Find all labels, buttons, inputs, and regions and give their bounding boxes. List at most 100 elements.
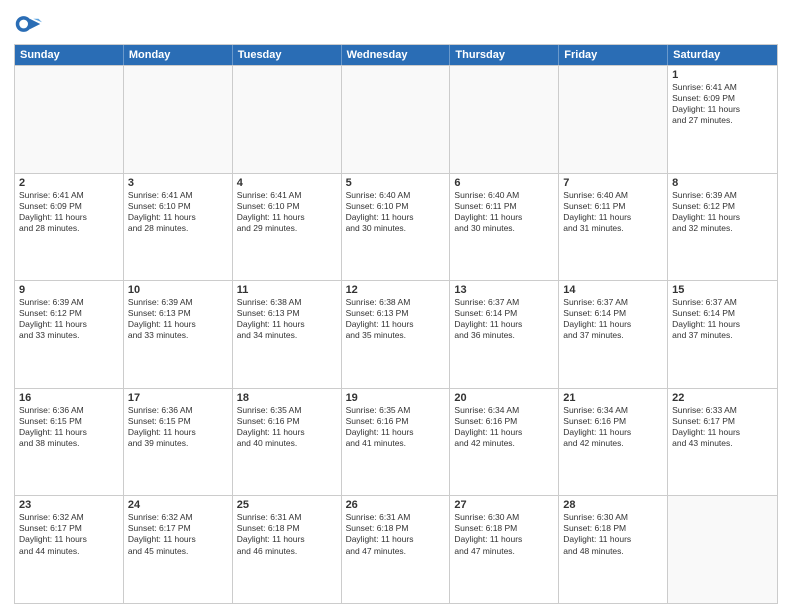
header	[14, 10, 778, 38]
calendar-cell: 4Sunrise: 6:41 AM Sunset: 6:10 PM Daylig…	[233, 174, 342, 281]
day-number: 6	[454, 177, 554, 189]
day-info: Sunrise: 6:34 AM Sunset: 6:16 PM Dayligh…	[454, 405, 554, 449]
calendar-cell: 27Sunrise: 6:30 AM Sunset: 6:18 PM Dayli…	[450, 496, 559, 603]
logo-icon	[14, 10, 42, 38]
calendar: SundayMondayTuesdayWednesdayThursdayFrid…	[14, 44, 778, 604]
page: SundayMondayTuesdayWednesdayThursdayFrid…	[0, 0, 792, 612]
day-number: 11	[237, 284, 337, 296]
calendar-row: 9Sunrise: 6:39 AM Sunset: 6:12 PM Daylig…	[15, 280, 777, 388]
weekday-header: Thursday	[450, 45, 559, 65]
calendar-cell: 10Sunrise: 6:39 AM Sunset: 6:13 PM Dayli…	[124, 281, 233, 388]
calendar-cell: 9Sunrise: 6:39 AM Sunset: 6:12 PM Daylig…	[15, 281, 124, 388]
day-number: 26	[346, 499, 446, 511]
calendar-cell: 8Sunrise: 6:39 AM Sunset: 6:12 PM Daylig…	[668, 174, 777, 281]
calendar-cell: 11Sunrise: 6:38 AM Sunset: 6:13 PM Dayli…	[233, 281, 342, 388]
calendar-cell	[559, 66, 668, 173]
weekday-header: Monday	[124, 45, 233, 65]
day-number: 19	[346, 392, 446, 404]
day-info: Sunrise: 6:36 AM Sunset: 6:15 PM Dayligh…	[128, 405, 228, 449]
day-number: 15	[672, 284, 773, 296]
day-info: Sunrise: 6:40 AM Sunset: 6:10 PM Dayligh…	[346, 190, 446, 234]
day-info: Sunrise: 6:31 AM Sunset: 6:18 PM Dayligh…	[346, 512, 446, 556]
day-number: 14	[563, 284, 663, 296]
day-number: 7	[563, 177, 663, 189]
calendar-cell: 18Sunrise: 6:35 AM Sunset: 6:16 PM Dayli…	[233, 389, 342, 496]
weekday-header: Sunday	[15, 45, 124, 65]
calendar-body: 1Sunrise: 6:41 AM Sunset: 6:09 PM Daylig…	[15, 65, 777, 603]
calendar-cell: 24Sunrise: 6:32 AM Sunset: 6:17 PM Dayli…	[124, 496, 233, 603]
calendar-cell	[450, 66, 559, 173]
day-info: Sunrise: 6:39 AM Sunset: 6:13 PM Dayligh…	[128, 297, 228, 341]
day-number: 25	[237, 499, 337, 511]
day-number: 27	[454, 499, 554, 511]
day-info: Sunrise: 6:41 AM Sunset: 6:09 PM Dayligh…	[672, 82, 773, 126]
day-info: Sunrise: 6:32 AM Sunset: 6:17 PM Dayligh…	[128, 512, 228, 556]
day-number: 3	[128, 177, 228, 189]
day-info: Sunrise: 6:36 AM Sunset: 6:15 PM Dayligh…	[19, 405, 119, 449]
day-info: Sunrise: 6:38 AM Sunset: 6:13 PM Dayligh…	[237, 297, 337, 341]
calendar-cell: 3Sunrise: 6:41 AM Sunset: 6:10 PM Daylig…	[124, 174, 233, 281]
calendar-cell: 6Sunrise: 6:40 AM Sunset: 6:11 PM Daylig…	[450, 174, 559, 281]
calendar-row: 23Sunrise: 6:32 AM Sunset: 6:17 PM Dayli…	[15, 495, 777, 603]
day-number: 8	[672, 177, 773, 189]
weekday-header: Wednesday	[342, 45, 451, 65]
weekday-header: Friday	[559, 45, 668, 65]
day-info: Sunrise: 6:35 AM Sunset: 6:16 PM Dayligh…	[346, 405, 446, 449]
calendar-cell: 22Sunrise: 6:33 AM Sunset: 6:17 PM Dayli…	[668, 389, 777, 496]
calendar-cell: 7Sunrise: 6:40 AM Sunset: 6:11 PM Daylig…	[559, 174, 668, 281]
day-info: Sunrise: 6:30 AM Sunset: 6:18 PM Dayligh…	[454, 512, 554, 556]
calendar-cell: 26Sunrise: 6:31 AM Sunset: 6:18 PM Dayli…	[342, 496, 451, 603]
calendar-cell: 15Sunrise: 6:37 AM Sunset: 6:14 PM Dayli…	[668, 281, 777, 388]
calendar-cell: 20Sunrise: 6:34 AM Sunset: 6:16 PM Dayli…	[450, 389, 559, 496]
day-info: Sunrise: 6:40 AM Sunset: 6:11 PM Dayligh…	[454, 190, 554, 234]
day-info: Sunrise: 6:41 AM Sunset: 6:09 PM Dayligh…	[19, 190, 119, 234]
day-info: Sunrise: 6:41 AM Sunset: 6:10 PM Dayligh…	[128, 190, 228, 234]
day-number: 22	[672, 392, 773, 404]
day-info: Sunrise: 6:34 AM Sunset: 6:16 PM Dayligh…	[563, 405, 663, 449]
calendar-cell: 23Sunrise: 6:32 AM Sunset: 6:17 PM Dayli…	[15, 496, 124, 603]
day-number: 10	[128, 284, 228, 296]
day-number: 5	[346, 177, 446, 189]
day-number: 20	[454, 392, 554, 404]
weekday-header: Saturday	[668, 45, 777, 65]
day-info: Sunrise: 6:40 AM Sunset: 6:11 PM Dayligh…	[563, 190, 663, 234]
calendar-row: 1Sunrise: 6:41 AM Sunset: 6:09 PM Daylig…	[15, 65, 777, 173]
weekday-header: Tuesday	[233, 45, 342, 65]
day-number: 12	[346, 284, 446, 296]
calendar-cell: 17Sunrise: 6:36 AM Sunset: 6:15 PM Dayli…	[124, 389, 233, 496]
day-number: 4	[237, 177, 337, 189]
day-info: Sunrise: 6:30 AM Sunset: 6:18 PM Dayligh…	[563, 512, 663, 556]
day-number: 16	[19, 392, 119, 404]
day-info: Sunrise: 6:37 AM Sunset: 6:14 PM Dayligh…	[563, 297, 663, 341]
calendar-cell	[342, 66, 451, 173]
day-info: Sunrise: 6:41 AM Sunset: 6:10 PM Dayligh…	[237, 190, 337, 234]
calendar-cell: 28Sunrise: 6:30 AM Sunset: 6:18 PM Dayli…	[559, 496, 668, 603]
calendar-row: 2Sunrise: 6:41 AM Sunset: 6:09 PM Daylig…	[15, 173, 777, 281]
day-number: 28	[563, 499, 663, 511]
calendar-cell: 16Sunrise: 6:36 AM Sunset: 6:15 PM Dayli…	[15, 389, 124, 496]
day-info: Sunrise: 6:31 AM Sunset: 6:18 PM Dayligh…	[237, 512, 337, 556]
day-number: 2	[19, 177, 119, 189]
day-number: 21	[563, 392, 663, 404]
day-info: Sunrise: 6:39 AM Sunset: 6:12 PM Dayligh…	[19, 297, 119, 341]
calendar-cell: 14Sunrise: 6:37 AM Sunset: 6:14 PM Dayli…	[559, 281, 668, 388]
day-info: Sunrise: 6:37 AM Sunset: 6:14 PM Dayligh…	[672, 297, 773, 341]
calendar-header: SundayMondayTuesdayWednesdayThursdayFrid…	[15, 45, 777, 65]
day-info: Sunrise: 6:39 AM Sunset: 6:12 PM Dayligh…	[672, 190, 773, 234]
calendar-cell: 19Sunrise: 6:35 AM Sunset: 6:16 PM Dayli…	[342, 389, 451, 496]
calendar-cell: 13Sunrise: 6:37 AM Sunset: 6:14 PM Dayli…	[450, 281, 559, 388]
day-info: Sunrise: 6:35 AM Sunset: 6:16 PM Dayligh…	[237, 405, 337, 449]
day-number: 9	[19, 284, 119, 296]
day-info: Sunrise: 6:37 AM Sunset: 6:14 PM Dayligh…	[454, 297, 554, 341]
day-info: Sunrise: 6:33 AM Sunset: 6:17 PM Dayligh…	[672, 405, 773, 449]
calendar-row: 16Sunrise: 6:36 AM Sunset: 6:15 PM Dayli…	[15, 388, 777, 496]
day-info: Sunrise: 6:38 AM Sunset: 6:13 PM Dayligh…	[346, 297, 446, 341]
day-number: 18	[237, 392, 337, 404]
day-info: Sunrise: 6:32 AM Sunset: 6:17 PM Dayligh…	[19, 512, 119, 556]
day-number: 13	[454, 284, 554, 296]
day-number: 23	[19, 499, 119, 511]
calendar-cell: 25Sunrise: 6:31 AM Sunset: 6:18 PM Dayli…	[233, 496, 342, 603]
calendar-cell: 2Sunrise: 6:41 AM Sunset: 6:09 PM Daylig…	[15, 174, 124, 281]
calendar-cell	[124, 66, 233, 173]
calendar-cell: 21Sunrise: 6:34 AM Sunset: 6:16 PM Dayli…	[559, 389, 668, 496]
